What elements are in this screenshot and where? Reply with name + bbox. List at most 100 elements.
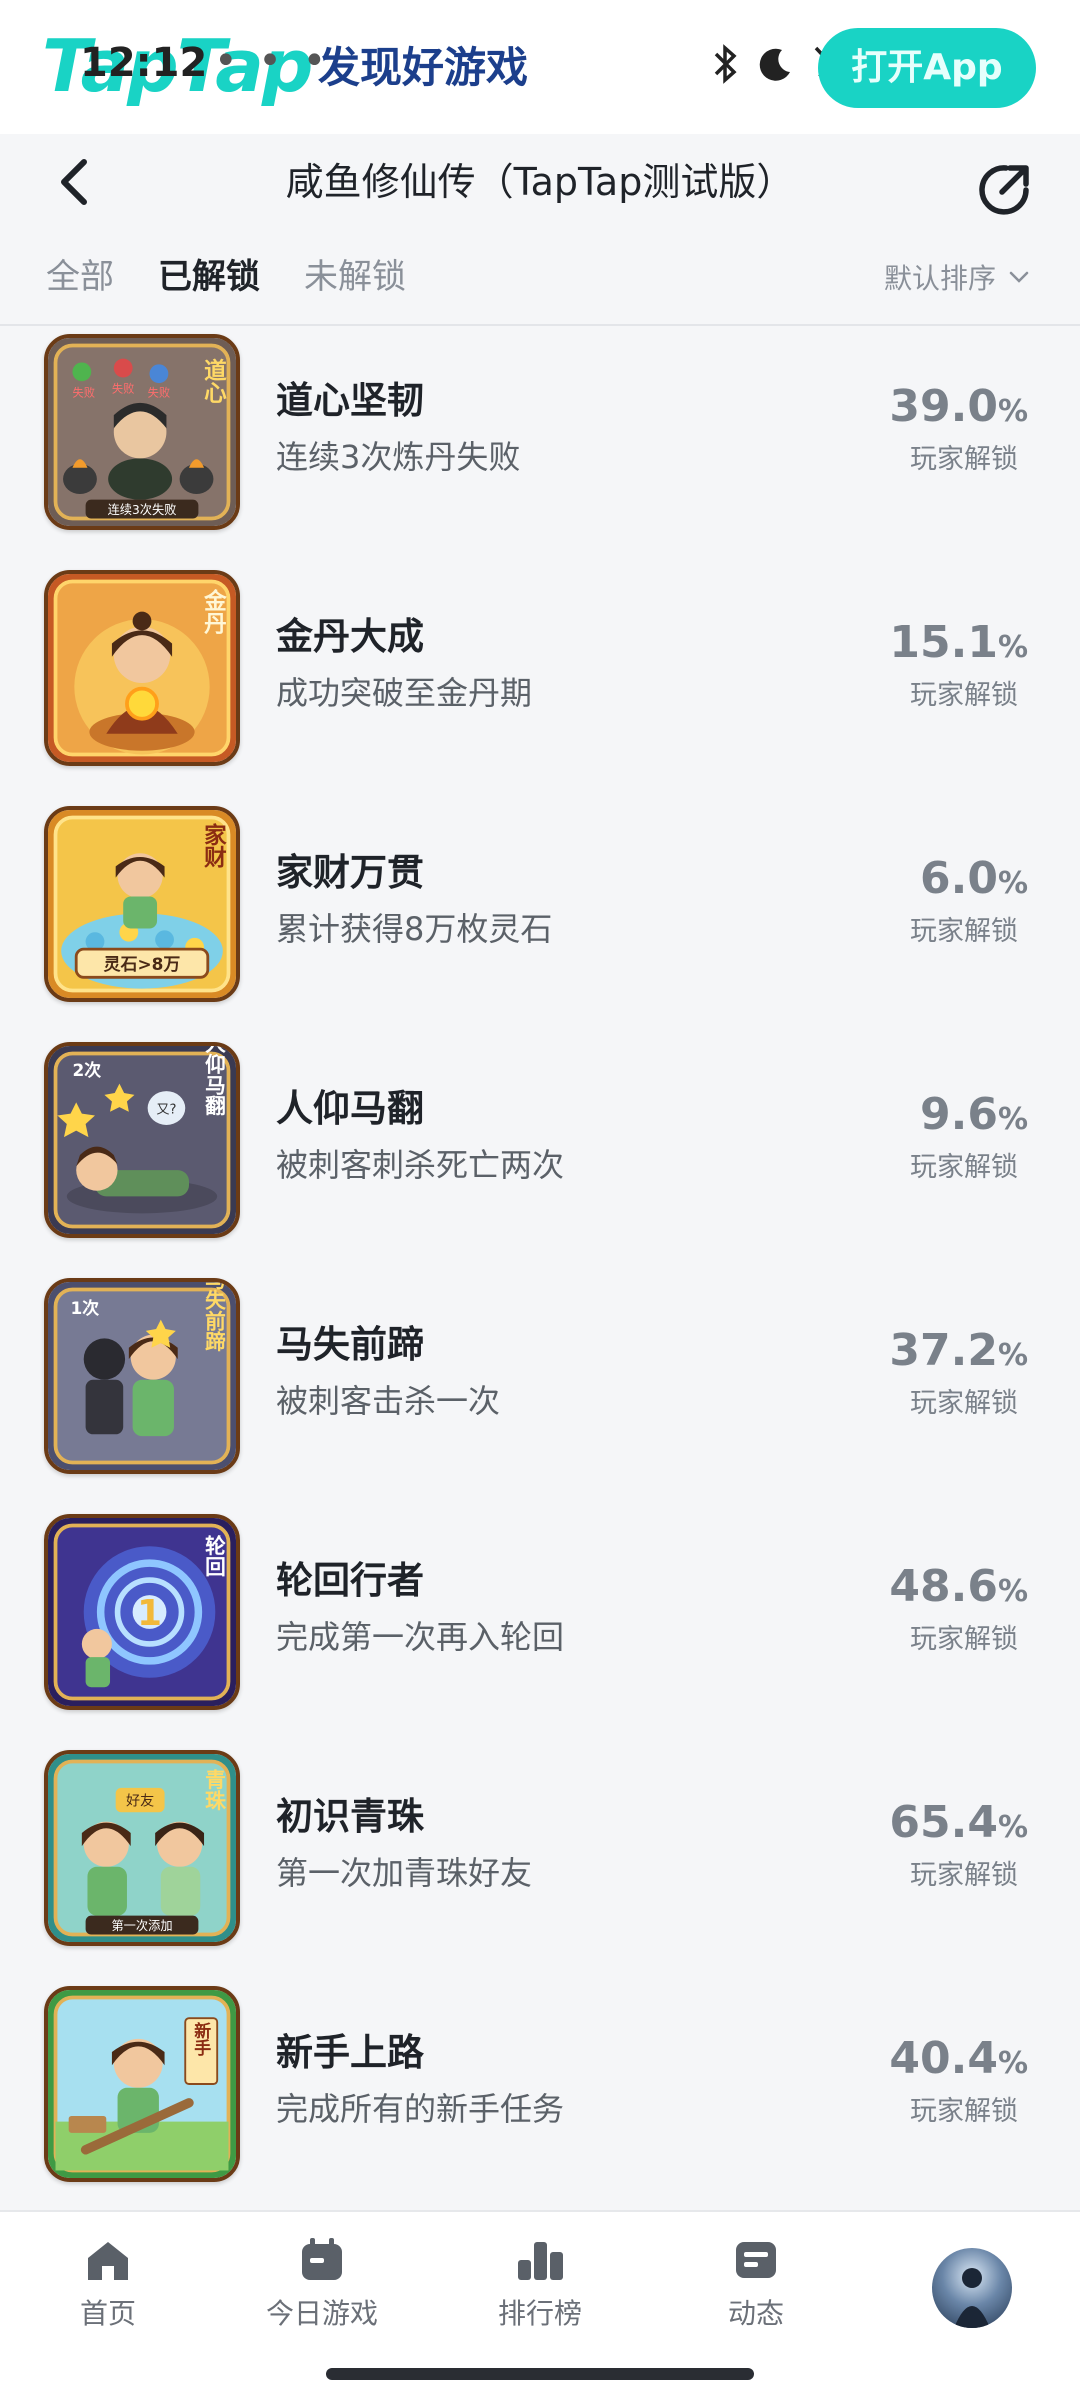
achievement-badge: 1次 马失前蹄 [44,1278,240,1474]
home-icon [88,2242,128,2280]
achievement-name: 金丹大成 [276,615,424,658]
unlock-percent-value: 37.2 [889,1325,998,1376]
achievement-item[interactable]: 新手 新手上路 完成所有的新手任务 40.4% 玩家解锁 [0,1980,1080,2216]
unlock-percent-label: 玩家解锁 [910,444,1018,475]
chevron-down-icon [1009,271,1029,283]
nav-label: 首页 [79,2297,136,2330]
feed-icon [736,2242,776,2278]
badge-bubble: 好友 [126,1794,154,1810]
chevron-left-icon [61,159,87,205]
achievement-item[interactable]: 又? 2次 人仰马翻 人仰马翻 被刺客刺杀死亡两次 9.6% 玩家解锁 [0,1036,1080,1272]
bluetooth-icon [714,44,737,84]
nav-home[interactable]: 首页 [8,2234,208,2354]
achievement-badge: 金丹 [44,570,240,766]
tab-unlocked[interactable]: 已解锁 [158,252,260,302]
unlock-percent-value: 48.6 [889,1561,998,1612]
achievement-desc: 被刺客击杀一次 [276,1382,501,1420]
unlock-percent: 48.6% [889,1560,1028,1619]
sort-label: 默认排序 [884,262,997,295]
sort-dropdown[interactable]: 默认排序 [884,252,1032,302]
achievement-desc: 累计获得8万枚灵石 [276,910,553,948]
achievement-name: 轮回行者 [276,1559,424,1602]
badge-fail-text-2: 失败 [112,382,135,396]
avatar-image [954,2268,990,2328]
achievement-item[interactable]: 好友 青珠 第一次添加 初识青珠 第一次加青珠好友 65.4% 玩家解锁 [0,1744,1080,1980]
badge-caption: 第一次添加 [111,1919,172,1933]
achievement-badge: 家财 灵石>8万 [44,806,240,1002]
badge-title: 马失前蹄 [201,1282,225,1352]
badge-caption: 连续3次失败 [108,502,177,517]
ranking-icon [518,2242,563,2280]
unlock-percent-value: 15.1 [889,617,998,668]
tab-all[interactable]: 全部 [46,252,114,302]
unlock-percent-value: 65.4 [889,1797,998,1848]
unlock-percent-value: 39.0 [889,381,998,432]
nav-label: 今日游戏 [265,2297,378,2330]
status-dots: • • • [214,38,331,84]
unlock-percent: 9.6% [920,1088,1028,1147]
achievement-desc: 完成第一次再入轮回 [276,1618,565,1656]
achievement-name: 初识青珠 [276,1795,424,1838]
calendar-icon [302,2238,342,2280]
achievement-name: 人仰马翻 [276,1087,424,1130]
achievement-badge: 又? 2次 人仰马翻 [44,1042,240,1238]
nav-feed[interactable]: 动态 [656,2234,856,2354]
unlock-percent-label: 玩家解锁 [910,1388,1018,1419]
avatar[interactable] [932,2248,1012,2328]
unlock-percent-label: 玩家解锁 [910,1860,1018,1891]
achievement-item[interactable]: 1次 马失前蹄 马失前蹄 被刺客击杀一次 37.2% 玩家解锁 [0,1272,1080,1508]
banner-slogan: 发现好游戏 [318,43,529,92]
achievement-desc: 连续3次炼丹失败 [276,438,521,476]
status-time: 12:12 [80,40,208,86]
unlock-percent-label: 玩家解锁 [910,2096,1018,2127]
nav-label: 动态 [727,2297,784,2330]
achievement-desc: 完成所有的新手任务 [276,2090,565,2128]
percent-sign: % [997,866,1028,901]
open-app-button[interactable]: 打开App [818,28,1036,108]
nav-ranking[interactable]: 排行榜 [440,2234,640,2354]
achievement-desc: 第一次加青珠好友 [276,1854,533,1892]
badge-title: 青珠 [201,1768,225,1811]
unlock-percent-label: 玩家解锁 [910,1624,1018,1655]
unlock-percent: 37.2% [889,1324,1028,1383]
percent-sign: % [997,2046,1028,2081]
achievement-badge: 1 轮回 [44,1514,240,1710]
badge-bubble: 又? [156,1102,176,1118]
percent-sign: % [997,1338,1028,1373]
app-banner: TapTap 发现好游戏 12:12 • • • 5G [0,0,1080,134]
unlock-percent: 15.1% [889,616,1028,675]
share-button[interactable] [976,160,1034,218]
percent-sign: % [997,1102,1028,1137]
achievement-item[interactable]: 失败 失败 失败 道心 连续3次失败 道心坚韧 连续3次炼丹失败 39.0% 玩… [0,328,1080,564]
achievement-badge: 失败 失败 失败 道心 连续3次失败 [44,334,240,530]
achievement-name: 家财万贯 [276,851,424,894]
badge-title: 金丹 [200,588,227,636]
nav-today-games[interactable]: 今日游戏 [222,2234,422,2354]
badge-title: 新手 [191,2021,211,2057]
unlock-percent: 6.0% [920,852,1028,911]
badge-title: 轮回 [201,1534,225,1577]
moon-icon [759,48,790,81]
badge-title: 道心 [200,358,226,405]
badge-title: 家财 [200,822,226,870]
achievement-item[interactable]: 家财 灵石>8万 家财万贯 累计获得8万枚灵石 6.0% 玩家解锁 [0,800,1080,1036]
badge-caption: 灵石>8万 [104,954,181,974]
unlock-percent-value: 6.0 [919,853,998,904]
achievement-name: 道心坚韧 [276,379,424,422]
achievement-item[interactable]: 金丹 金丹大成 成功突破至金丹期 15.1% 玩家解锁 [0,564,1080,800]
badge-count: 2次 [72,1060,101,1080]
badge-title: 人仰马翻 [201,1046,225,1116]
percent-sign: % [997,630,1028,665]
badge-fail-text-1: 失败 [72,385,95,399]
unlock-percent-value: 40.4 [889,2033,998,2084]
achievement-list: 失败 失败 失败 道心 连续3次失败 道心坚韧 连续3次炼丹失败 39.0% 玩… [0,328,1080,2216]
nav-label: 排行榜 [497,2297,582,2330]
badge-number: 1 [137,1593,162,1634]
home-indicator[interactable] [326,2368,754,2380]
achievement-desc: 被刺客刺杀死亡两次 [276,1146,565,1184]
tab-locked[interactable]: 未解锁 [304,252,406,302]
back-button[interactable] [46,152,106,212]
achievement-item[interactable]: 1 轮回 轮回行者 完成第一次再入轮回 48.6% 玩家解锁 [0,1508,1080,1744]
achievement-desc: 成功突破至金丹期 [276,674,533,712]
percent-sign: % [997,1810,1028,1845]
